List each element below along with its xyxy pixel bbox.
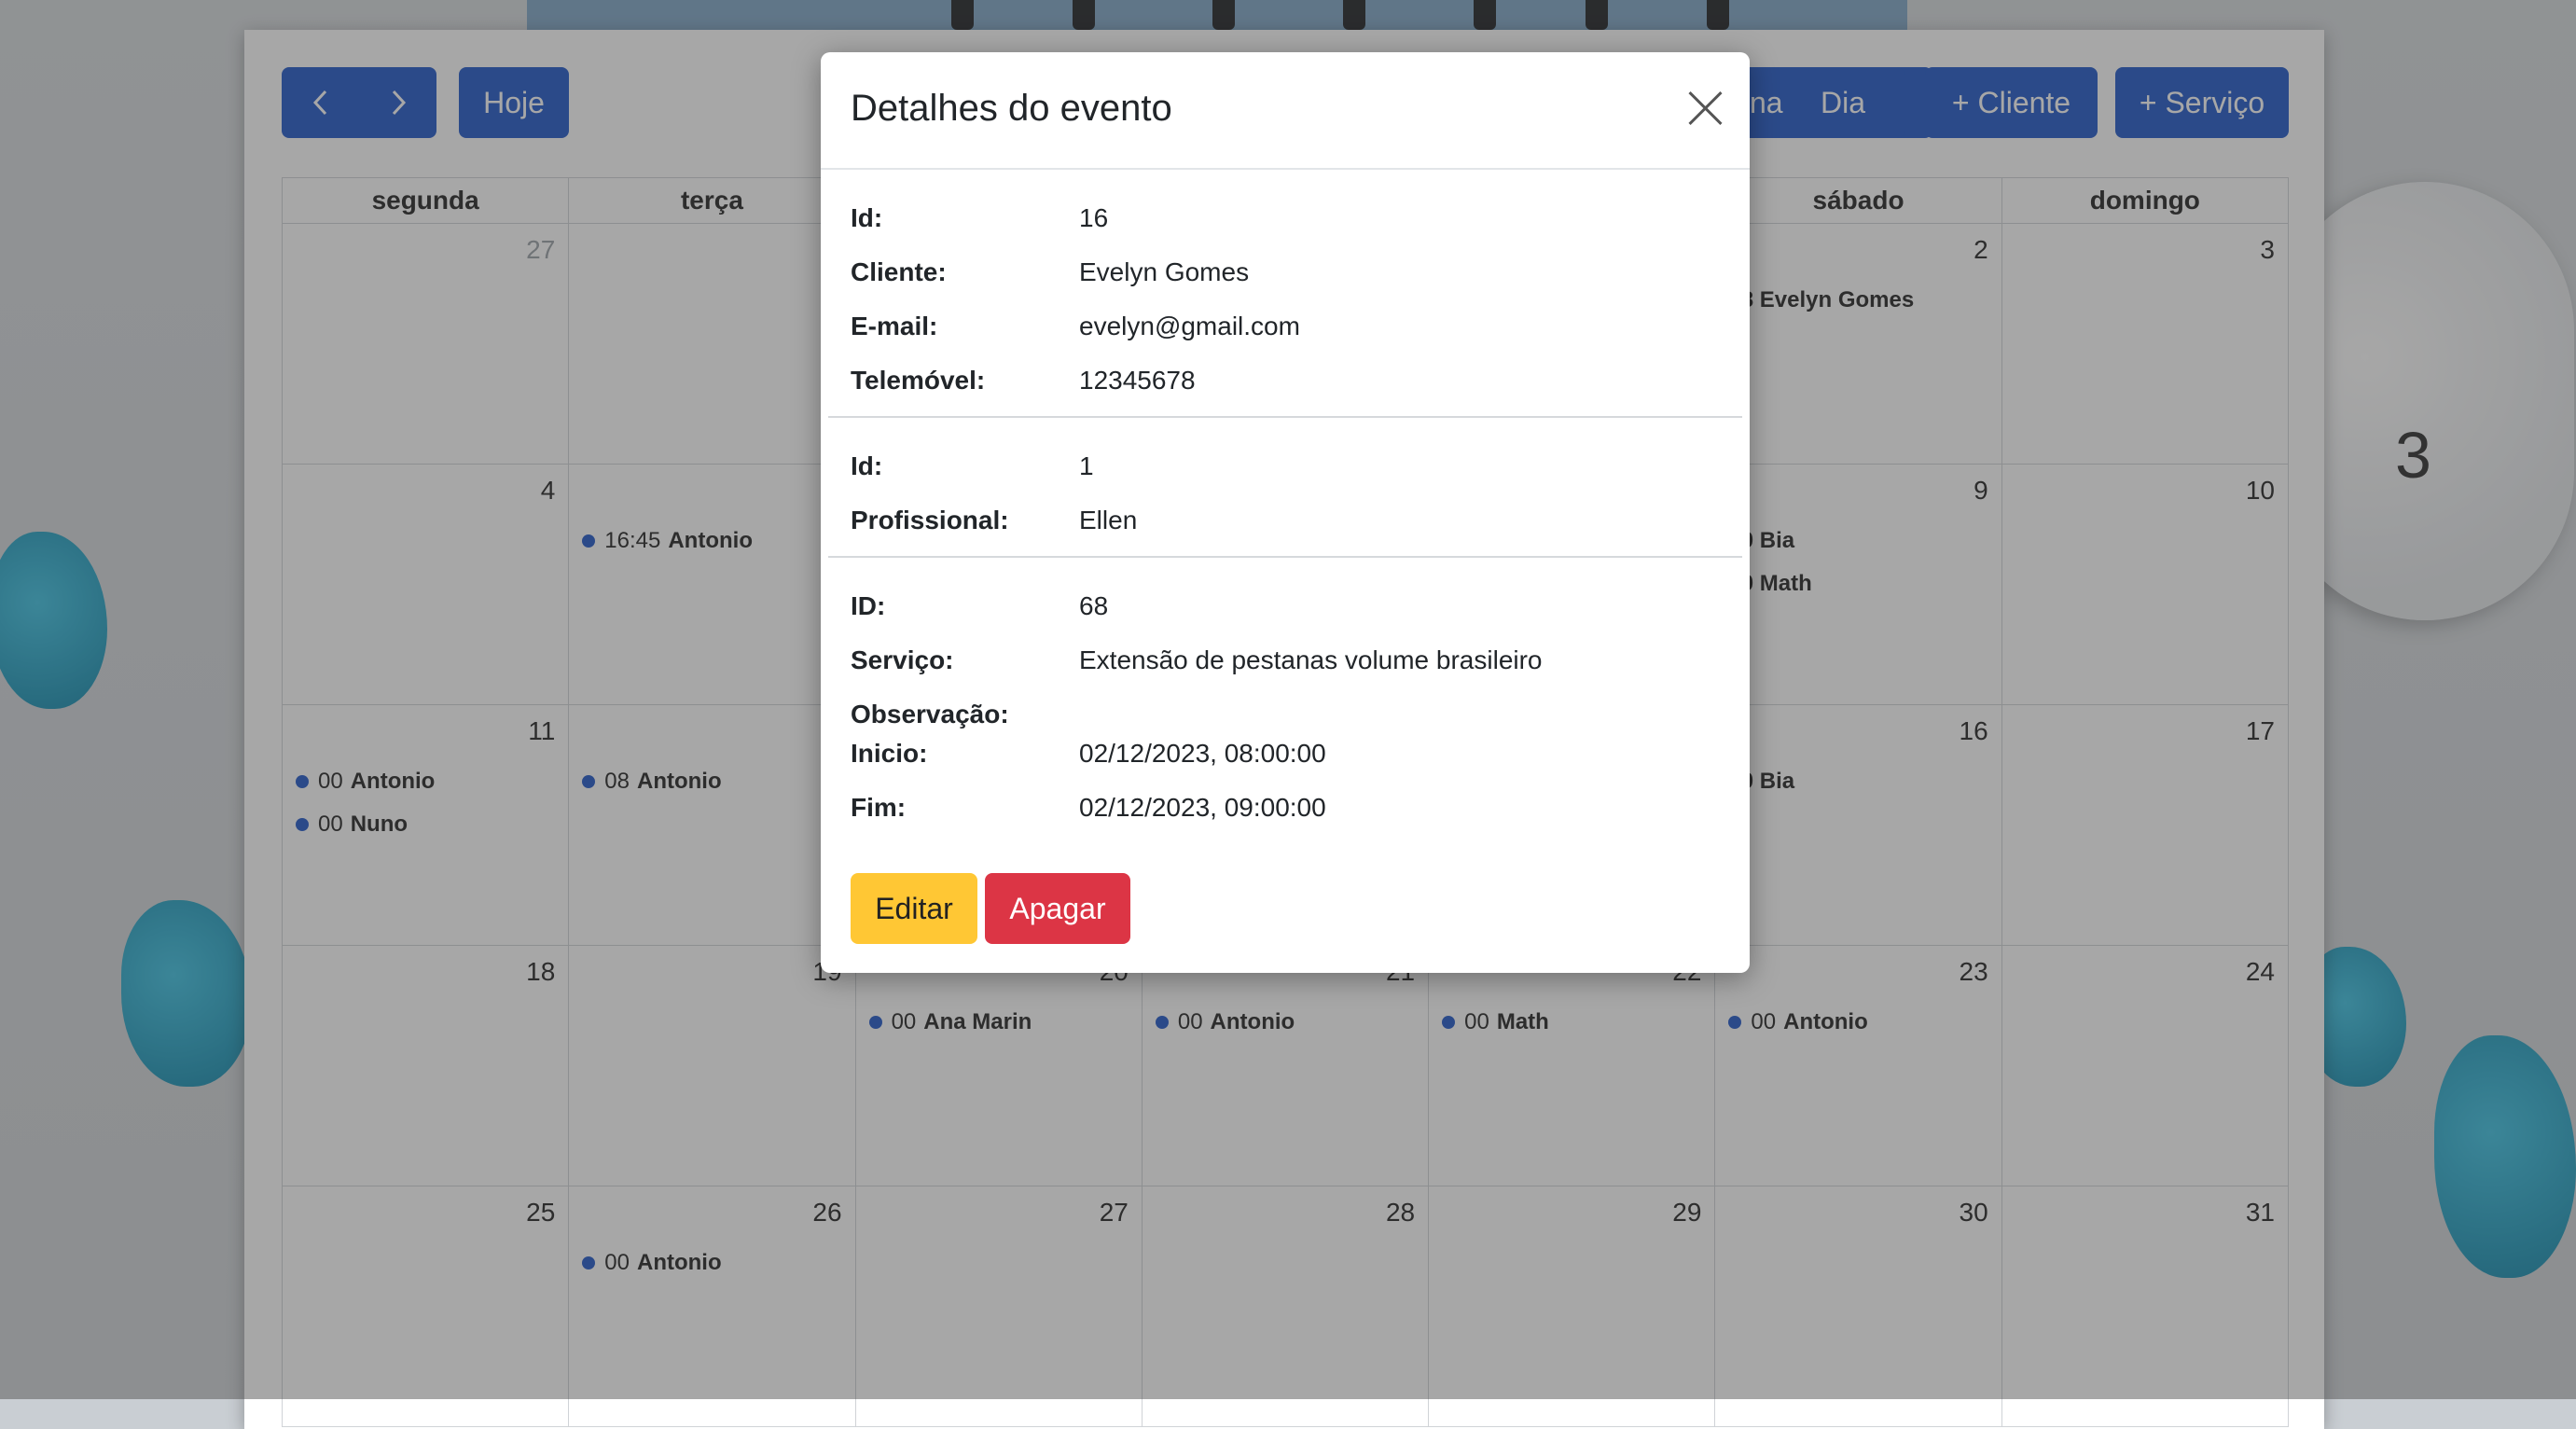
field-label: Inicio: (851, 739, 928, 768)
field-label: ID: (851, 591, 886, 620)
field-label: Profissional: (851, 506, 1009, 534)
close-icon[interactable] (1686, 90, 1724, 127)
field-value: 16 (1079, 203, 1109, 232)
edit-button[interactable]: Editar (851, 873, 977, 944)
field-value: 12345678 (1079, 366, 1196, 395)
field-label: Fim: (851, 793, 907, 822)
client-name-row: Cliente: Evelyn Gomes (851, 257, 1249, 287)
field-value: Ellen (1079, 506, 1138, 534)
professional-name-row: Profissional: Ellen (851, 506, 1137, 535)
field-value: Evelyn Gomes (1079, 257, 1250, 286)
service-name-row: Serviço: Extensão de pestanas volume bras… (851, 645, 1543, 675)
client-id-row: Id: 16 (851, 203, 1108, 233)
section-divider (828, 416, 1742, 418)
professional-id-row: Id: 1 (851, 451, 1094, 481)
field-value: 68 (1079, 591, 1109, 620)
client-phone-row: Telemóvel: 12345678 (851, 366, 1196, 395)
start-row: Inicio: 02/12/2023, 08:00:00 (851, 739, 1326, 769)
delete-button[interactable]: Apagar (985, 873, 1130, 944)
field-label: Id: (851, 203, 883, 232)
field-value: evelyn@gmail.com (1079, 312, 1300, 340)
service-id-row: ID: 68 (851, 591, 1108, 621)
modal-header: Detalhes do evento (821, 52, 1750, 170)
field-label: E-mail: (851, 312, 938, 340)
section-divider (828, 556, 1742, 558)
field-value: 02/12/2023, 08:00:00 (1079, 739, 1326, 768)
field-label: Id: (851, 451, 883, 480)
modal-title: Detalhes do evento (851, 88, 1172, 129)
client-email-row: E-mail: evelyn@gmail.com (851, 312, 1300, 341)
field-label: Cliente: (851, 257, 947, 286)
field-label: Telemóvel: (851, 366, 986, 395)
field-value: 02/12/2023, 09:00:00 (1079, 793, 1326, 822)
field-value: Extensão de pestanas volume brasileiro (1079, 645, 1543, 674)
event-details-modal: Detalhes do evento Id: 16 Cliente: Evelyn … (821, 52, 1750, 973)
field-label: Serviço: (851, 645, 954, 674)
end-row: Fim: 02/12/2023, 09:00:00 (851, 793, 1326, 823)
observation-row: Observação: (851, 700, 1079, 729)
field-label: Observação: (851, 700, 1009, 728)
field-value: 1 (1079, 451, 1094, 480)
